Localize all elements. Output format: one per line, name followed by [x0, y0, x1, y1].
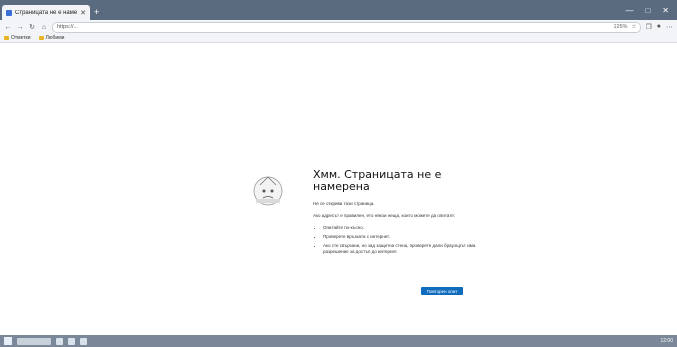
bookmark-item[interactable]: Отметки: [4, 35, 31, 41]
suggestion-item: Опитайте по-късно.: [323, 225, 488, 231]
bookmark-label: Любими: [45, 35, 65, 41]
suggestions-list: Опитайте по-късно. Проверете връзката с …: [313, 225, 488, 255]
browser-app-icon[interactable]: [80, 337, 87, 345]
forward-button[interactable]: →: [16, 24, 24, 31]
browser-toolbar: ← → ↻ ⌂ https://... 125% ☆ ❐ ● ⋯: [0, 20, 677, 34]
browser-tab[interactable]: Страницата не е намерена ✕: [2, 5, 90, 20]
page-content: Хмм. Страницата не е намерена Не се откр…: [0, 43, 677, 335]
more-menu-icon[interactable]: ⋯: [666, 23, 673, 31]
bookmark-item[interactable]: Любими: [38, 35, 65, 41]
bookmarks-bar: Отметки Любими: [0, 34, 677, 43]
suggestion-item: Проверете връзката с интернет.: [323, 234, 488, 240]
favorite-star-icon[interactable]: ☆: [632, 24, 637, 30]
folder-icon: [4, 36, 9, 40]
error-intro: Не се открива тази страница.: [313, 201, 375, 206]
collections-icon[interactable]: ❐: [645, 23, 651, 31]
address-bar[interactable]: https://... 125% ☆: [52, 21, 642, 33]
tab-title: Страницата не е намерена: [15, 9, 78, 16]
maximize-button[interactable]: □: [645, 6, 650, 15]
close-window-button[interactable]: ✕: [662, 6, 669, 15]
back-button[interactable]: ←: [4, 24, 12, 31]
zoom-level[interactable]: 125%: [613, 24, 627, 30]
taskbar-clock: 12:00: [660, 338, 673, 344]
reload-button[interactable]: ↻: [28, 23, 36, 31]
suggestions-heading: Ако адресът е правилен, ето някои неща, …: [313, 213, 455, 218]
taskbar-app-icon[interactable]: [68, 337, 75, 345]
refresh-button[interactable]: Повторен опит: [421, 287, 463, 295]
new-tab-button[interactable]: +: [94, 7, 99, 17]
profile-icon[interactable]: ●: [657, 23, 661, 31]
page-favicon-icon: [6, 9, 12, 16]
taskbar-app-icon[interactable]: [56, 337, 63, 345]
taskbar-search[interactable]: [17, 337, 51, 345]
window-controls: — □ ✕: [625, 6, 677, 15]
error-title: Хмм. Страницата не е намерена: [313, 168, 442, 193]
folder-icon: [38, 36, 44, 40]
tab-close-icon[interactable]: ✕: [80, 9, 86, 17]
bookmark-label: Отметки: [11, 35, 31, 41]
os-taskbar: 12:00: [0, 335, 677, 347]
browser-titlebar: Страницата не е намерена ✕ + — □ ✕: [0, 0, 677, 20]
home-button[interactable]: ⌂: [40, 24, 48, 31]
error-panel: Хмм. Страницата не е намерена Не се откр…: [313, 168, 488, 295]
minimize-button[interactable]: —: [625, 6, 633, 15]
start-icon[interactable]: [4, 337, 12, 345]
address-url[interactable]: https://...: [57, 24, 609, 30]
toolbar-icons: ❐ ● ⋯: [645, 23, 673, 31]
suggestion-item: Ако сте свързани, но зад защитна стена, …: [323, 243, 488, 255]
error-illustration-icon: [253, 176, 283, 206]
